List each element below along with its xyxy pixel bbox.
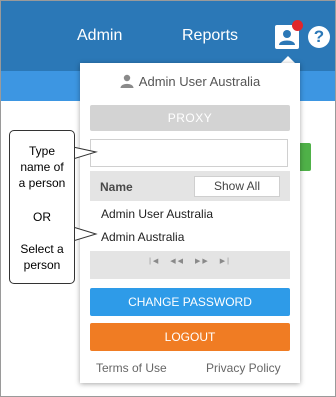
callout-line: a person <box>18 176 66 190</box>
first-page-icon[interactable]: |◀ <box>149 258 160 265</box>
pager: |◀ ◀◀ ▶▶ ▶| <box>90 257 290 265</box>
instruction-callout: Type name of a person OR Select a person <box>9 130 75 284</box>
person-icon <box>120 74 134 88</box>
app-window: Admin Reports ? Admin User Australia PRO… <box>0 0 336 397</box>
last-page-icon[interactable]: ▶| <box>220 258 231 265</box>
proxy-button[interactable]: PROXY <box>90 105 290 131</box>
change-password-button[interactable]: CHANGE PASSWORD <box>90 288 290 316</box>
prev-page-icon[interactable]: ◀◀ <box>170 258 185 265</box>
list-item[interactable]: Admin User Australia <box>101 207 213 221</box>
list-item[interactable]: Admin Australia <box>101 230 184 244</box>
callout-line: Select a <box>20 242 64 256</box>
list-header: Name Show All <box>90 171 290 201</box>
help-icon[interactable]: ? <box>308 26 330 48</box>
name-column-header: Name <box>100 180 133 194</box>
list-rows: Admin User Australia Admin Australia <box>90 201 290 251</box>
current-user: Admin User Australia <box>80 74 300 89</box>
show-all-button[interactable]: Show All <box>194 176 280 197</box>
callout-line: Type <box>28 144 55 158</box>
user-list: Name Show All Admin User Australia Admin… <box>90 171 290 279</box>
callout-line: name of <box>20 160 64 174</box>
user-dropdown-panel: Admin User Australia PROXY Name Show All… <box>80 63 300 383</box>
user-icon <box>279 30 295 45</box>
logout-button[interactable]: LOGOUT <box>90 323 290 351</box>
privacy-policy-link[interactable]: Privacy Policy <box>206 361 281 375</box>
notification-dot <box>292 20 303 31</box>
nav-admin-link[interactable]: Admin <box>77 27 122 45</box>
current-user-name: Admin User Australia <box>138 74 261 89</box>
callout-or: OR <box>33 210 51 224</box>
callout-line: person <box>23 258 61 272</box>
nav-reports-link[interactable]: Reports <box>182 27 238 45</box>
next-page-icon[interactable]: ▶▶ <box>195 258 210 265</box>
proxy-search-input[interactable] <box>90 139 288 167</box>
terms-of-use-link[interactable]: Terms of Use <box>96 361 167 375</box>
